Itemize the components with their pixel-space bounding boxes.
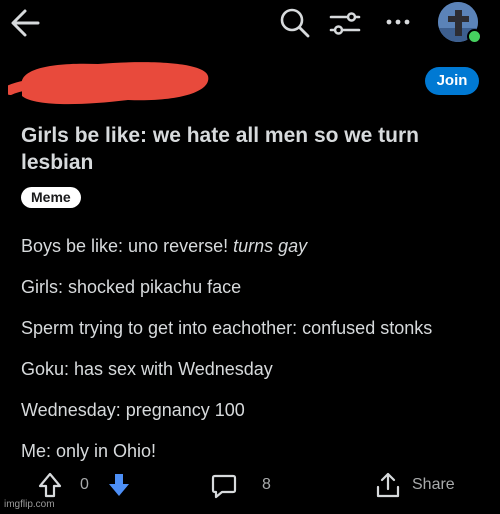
share-button-label[interactable]: Share: [412, 476, 455, 494]
post-body: Boys be like: uno reverse! turns gay Gir…: [21, 235, 496, 481]
join-button[interactable]: Join: [425, 67, 479, 95]
upvote-icon[interactable]: [37, 471, 63, 499]
body-line: Goku: has sex with Wednesday: [21, 359, 273, 379]
share-icon[interactable]: [375, 471, 401, 499]
imgflip-watermark: imgflip.com: [4, 499, 55, 510]
online-status-dot: [467, 29, 482, 44]
body-text: Boys be like: uno reverse!: [21, 236, 234, 256]
comment-count[interactable]: 8: [262, 476, 271, 494]
back-arrow-icon[interactable]: [8, 6, 44, 40]
body-line: Girls: shocked pikachu face: [21, 277, 242, 297]
downvote-icon[interactable]: [106, 471, 132, 499]
search-icon[interactable]: [278, 6, 312, 40]
post-action-bar: 0 8 Share: [0, 468, 500, 504]
more-icon[interactable]: [384, 12, 412, 32]
comment-icon[interactable]: [210, 472, 238, 500]
post-title[interactable]: Girls be like: we hate all men so we tur…: [21, 122, 491, 176]
body-line: Sperm trying to get into eachother: conf…: [21, 318, 433, 338]
redacted-username: [8, 62, 209, 105]
body-line: Boys be like: uno reverse! turns gay: [21, 235, 496, 276]
filter-icon[interactable]: [328, 8, 362, 38]
body-text-italic: turns gay: [233, 236, 308, 256]
body-line: Wednesday: pregnancy 100: [21, 400, 245, 420]
avatar[interactable]: [438, 2, 482, 46]
post-flair[interactable]: Meme: [21, 187, 81, 208]
top-bar: [0, 0, 500, 48]
vote-score: 0: [80, 476, 89, 493]
